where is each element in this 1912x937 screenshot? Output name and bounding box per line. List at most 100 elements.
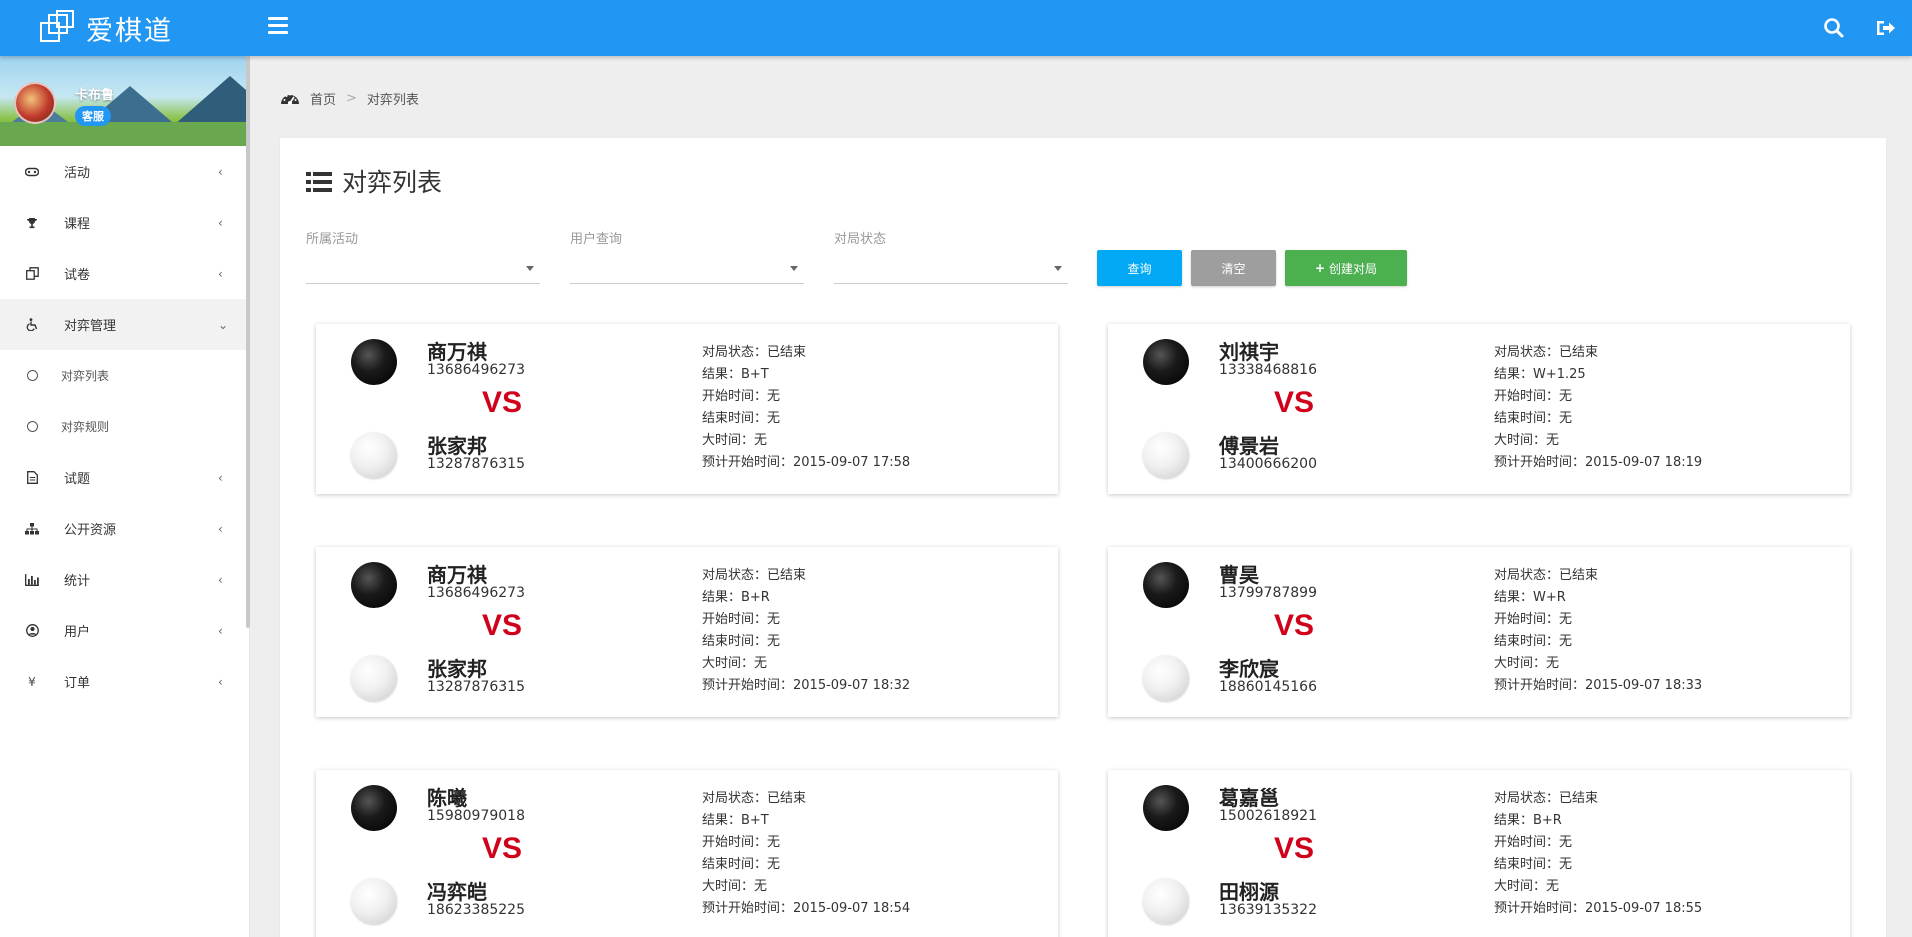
match-result: 结果：B+R [1494,813,1562,828]
black-stone-icon [1143,562,1189,608]
match-result: 结果：W+R [1494,590,1566,605]
wheelchair-icon [25,318,39,332]
chevron-left-icon: ‹ [218,521,223,536]
role-badge: 客服 [75,106,111,126]
sidebar-scrollbar[interactable] [246,56,250,628]
user-circle-icon [25,624,39,638]
match-card[interactable]: 商万祺 13686496273 VS 张家邦 13287876315 对局状态：… [316,324,1058,494]
sidebar-item-orders[interactable]: ¥ 订单 ‹ [0,656,246,707]
sidebar-item-label: 统计 [64,574,91,589]
match-main-time: 大时间：无 [1494,879,1560,894]
breadcrumb-separator: > [346,90,357,106]
app-logo[interactable]: 爱棋道 [40,6,173,50]
match-status: 对局状态：已结束 [702,345,807,360]
sidebar-item-questions[interactable]: 试题 ‹ [0,452,246,503]
match-main-time: 大时间：无 [702,656,768,671]
match-main-time: 大时间：无 [1494,656,1560,671]
plus-icon: + [1314,261,1326,275]
menu-toggle-icon[interactable] [268,17,288,35]
user-select[interactable] [570,252,804,284]
search-icon[interactable] [1822,16,1846,40]
chevron-left-icon: ‹ [218,674,223,689]
chevron-left-icon: ‹ [218,164,223,179]
profile-name[interactable]: 卡布鲁 [75,84,114,103]
white-player-phone: 13400666200 [1219,456,1317,472]
sidebar-item-label: 活动 [64,166,91,181]
white-player-phone: 13287876315 [427,456,525,472]
sidebar-item-users[interactable]: 用户 ‹ [0,605,246,656]
match-card[interactable]: 陈曦 15980979018 VS 冯弈皑 18623385225 对局状态：已… [316,770,1058,937]
vs-label: VS [482,832,523,865]
page-title: 对弈列表 [306,166,442,197]
sidebar-subitem-match-rules[interactable]: 对弈规则 [0,401,246,452]
match-info: 对局状态：已结束 结果：B+T 开始时间：无 结束时间：无 大时间：无 预计开始… [702,342,910,474]
match-card[interactable]: 曹昊 13799787899 VS 李欣宸 18860145166 对局状态：已… [1108,547,1850,717]
match-scheduled-time: 预计开始时间：2015-09-07 18:32 [702,678,911,693]
create-match-label: 创建对局 [1329,261,1378,276]
white-player-phone: 13639135322 [1219,902,1317,918]
sidebar-item-activity[interactable]: 活动 ‹ [0,146,246,197]
breadcrumb-current: 对弈列表 [366,92,419,108]
black-player-phone: 13799787899 [1219,585,1317,601]
sidebar-item-course[interactable]: 课程 ‹ [0,197,246,248]
sidebar-subitem-match-list[interactable]: 对弈列表 [0,350,246,401]
match-result: 结果：B+R [702,590,770,605]
black-player-name: 商万祺 [427,563,487,587]
match-card[interactable]: 商万祺 13686496273 VS 张家邦 13287876315 对局状态：… [316,547,1058,717]
black-player-phone: 15002618921 [1219,808,1317,824]
black-stone-icon [1143,339,1189,385]
trophy-icon [25,216,39,230]
match-list-panel: 对弈列表 所属活动 用户查询 对局状态 查询 清空 + 创建对局 商万祺 136… [280,138,1886,937]
black-player-name: 曹昊 [1219,563,1259,587]
match-end-time: 结束时间：无 [702,634,781,649]
circle-icon [25,369,39,383]
activity-filter: 所属活动 [306,228,540,284]
match-start-time: 开始时间：无 [702,389,781,404]
breadcrumb-home-link[interactable]: 首页 [310,89,336,108]
match-result: 结果：B+T [702,813,769,828]
match-status: 对局状态：已结束 [1494,345,1599,360]
logout-icon[interactable] [1874,16,1898,40]
create-match-button[interactable]: + 创建对局 [1285,250,1407,286]
match-start-time: 开始时间：无 [1494,389,1573,404]
match-start-time: 开始时间：无 [702,612,781,627]
sidebar-item-label: 对弈列表 [61,369,110,383]
white-stone-icon [1143,878,1189,924]
vs-label: VS [1274,609,1315,642]
sidebar-item-label: 课程 [64,217,91,232]
sidebar-item-label: 试卷 [64,268,91,283]
dashboard-icon [280,90,300,106]
black-player-phone: 13338468816 [1219,362,1317,378]
match-end-time: 结束时间：无 [1494,857,1573,872]
match-card[interactable]: 葛嘉邕 15002618921 VS 田栩源 13639135322 对局状态：… [1108,770,1850,937]
sidebar-item-public-resources[interactable]: 公开资源 ‹ [0,503,246,554]
sidebar-item-statistics[interactable]: 统计 ‹ [0,554,246,605]
black-player-name: 刘祺宇 [1219,340,1279,364]
vs-label: VS [482,609,523,642]
white-stone-icon [351,878,397,924]
sidebar-item-match-management[interactable]: 对弈管理 ⌄ [0,299,246,350]
app-title: 爱棋道 [86,15,173,47]
query-button[interactable]: 查询 [1097,250,1182,286]
avatar[interactable] [14,82,56,124]
sidebar-item-exam-paper[interactable]: 试卷 ‹ [0,248,246,299]
circle-icon [25,420,39,434]
white-player-name: 冯弈皑 [427,880,487,904]
match-info: 对局状态：已结束 结果：B+R 开始时间：无 结束时间：无 大时间：无 预计开始… [1494,788,1702,920]
white-player-phone: 13287876315 [427,679,525,695]
sidebar-item-label: 对弈管理 [64,319,117,334]
status-select[interactable] [834,252,1068,284]
match-start-time: 开始时间：无 [1494,835,1573,850]
vs-label: VS [482,386,523,419]
clear-button[interactable]: 清空 [1191,250,1276,286]
match-card[interactable]: 刘祺宇 13338468816 VS 傅景岩 13400666200 对局状态：… [1108,324,1850,494]
activity-filter-label: 所属活动 [306,232,359,247]
chevron-left-icon: ‹ [218,470,223,485]
vs-label: VS [1274,832,1315,865]
chevron-left-icon: ‹ [218,572,223,587]
match-start-time: 开始时间：无 [1494,612,1573,627]
match-scheduled-time: 预计开始时间：2015-09-07 18:55 [1494,901,1703,916]
activity-select[interactable] [306,252,540,284]
match-scheduled-time: 预计开始时间：2015-09-07 18:33 [1494,678,1703,693]
match-end-time: 结束时间：无 [1494,634,1573,649]
